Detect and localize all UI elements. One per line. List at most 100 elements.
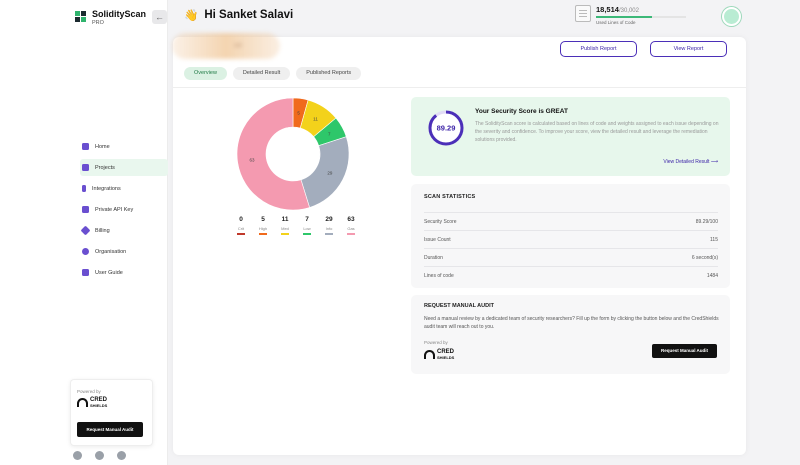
billing-icon xyxy=(80,225,91,236)
severity-count: 0 xyxy=(239,216,243,223)
loc-total: /30,002 xyxy=(618,8,639,14)
sidebar-item-private-api-key[interactable]: Private API Key xyxy=(80,201,168,218)
scan-statistics-card: SCAN STATISTICS Security Score 89.29/100 … xyxy=(411,184,730,288)
score-value: 89.29 xyxy=(437,124,456,133)
twitter-icon[interactable] xyxy=(117,451,126,460)
request-manual-audit-card: REQUEST MANUAL AUDIT Need a manual revie… xyxy=(411,295,730,374)
sidebar-nav: Home Projects Integrations Private API K… xyxy=(80,138,168,285)
view-report-button[interactable]: View Report xyxy=(650,41,727,57)
severity-label: Info xyxy=(325,226,333,231)
scan-statistics-title: SCAN STATISTICS xyxy=(424,194,476,200)
telegram-icon[interactable] xyxy=(73,451,82,460)
sidebar-item-label: Integrations xyxy=(92,185,121,192)
severity-crit: 0 Crit xyxy=(230,216,252,235)
publish-report-button[interactable]: Publish Report xyxy=(560,41,637,57)
credshields-logo: CRED SHIELDS xyxy=(77,397,107,408)
severity-underline xyxy=(259,233,267,235)
arrow-left-icon: ← xyxy=(155,12,164,22)
stat-row: Lines of code 1484 xyxy=(424,266,718,284)
avatar[interactable] xyxy=(722,7,741,26)
loc-progress-fill xyxy=(596,16,652,18)
integrations-icon xyxy=(82,185,86,192)
donut-slice-info[interactable] xyxy=(300,136,350,208)
app-plan: PRO xyxy=(92,20,104,26)
user-guide-icon xyxy=(82,269,89,276)
divider xyxy=(173,87,746,88)
severity-count: 29 xyxy=(325,216,333,223)
donut-slice-label: 29 xyxy=(327,171,333,176)
severity-high: 5 High xyxy=(252,216,274,235)
project-name-blurred: sol xyxy=(172,33,280,59)
credshields-brand-sub: SHIELDS xyxy=(90,403,108,408)
severity-label: Gas xyxy=(347,226,355,231)
credshields-promo-card: Powered by CRED SHIELDS Request Manual Au… xyxy=(70,379,153,446)
sidebar-item-label: User Guide xyxy=(95,269,123,276)
sidebar-item-billing[interactable]: Billing xyxy=(80,222,168,239)
severity-underline xyxy=(303,233,311,235)
stat-label: Issue Count xyxy=(424,236,451,243)
tabs: Overview Detailed Result Published Repor… xyxy=(184,67,362,80)
credshields-logo-icon xyxy=(77,398,88,407)
loc-count: 18,514/30,002 xyxy=(596,5,686,14)
severity-underline xyxy=(237,233,245,235)
loc-used: 18,514 xyxy=(596,5,619,14)
tab-detailed-result[interactable]: Detailed Result xyxy=(232,67,291,80)
discord-icon[interactable] xyxy=(95,451,104,460)
score-gauge: 89.29 xyxy=(428,110,464,146)
stat-row: Issue Count 115 xyxy=(424,230,718,248)
view-detailed-result-link[interactable]: View Detailed Result ⟶ xyxy=(663,159,718,165)
stat-value: 6 second(s) xyxy=(691,254,718,261)
sidebar-item-label: Billing xyxy=(95,227,110,234)
score-title: Your Security Score is GREAT xyxy=(475,108,568,115)
donut-slice-label: 11 xyxy=(313,117,318,122)
powered-by-label: Powered by xyxy=(77,389,101,394)
stat-row: Duration 6 second(s) xyxy=(424,248,718,266)
sidebar-item-user-guide[interactable]: User Guide xyxy=(80,264,168,281)
greeting-text: Hi Sanket Salavi xyxy=(204,9,294,21)
severity-low: 7 Low xyxy=(296,216,318,235)
severity-label: Med xyxy=(281,226,289,231)
solidityscan-logo-icon xyxy=(75,11,87,23)
collapse-sidebar-button[interactable]: ← xyxy=(152,10,167,24)
loc-label: Used Lines of Code xyxy=(596,20,636,25)
project-name: sol xyxy=(234,43,242,49)
sidebar-item-projects[interactable]: Projects xyxy=(80,159,168,176)
severity-underline xyxy=(347,233,355,235)
sidebar-item-label: Private API Key xyxy=(95,206,134,213)
sidebar-item-label: Home xyxy=(95,143,110,150)
credshields-logo-icon xyxy=(424,350,435,359)
sidebar-item-integrations[interactable]: Integrations xyxy=(80,180,168,197)
severity-count: 5 xyxy=(261,216,265,223)
sidebar-item-label: Projects xyxy=(95,164,115,171)
severity-underline xyxy=(325,233,333,235)
app-logo[interactable]: SolidityScan PRO xyxy=(75,9,146,27)
credshields-logo: CRED SHIELDS xyxy=(424,349,454,360)
organisation-icon xyxy=(82,248,89,255)
sidebar-item-organisation[interactable]: Organisation xyxy=(80,243,168,260)
request-manual-audit-button[interactable]: Request Manual Audit xyxy=(652,344,717,358)
stat-row: Security Score 89.29/100 xyxy=(424,212,718,230)
audit-description: Need a manual review by a dedicated team… xyxy=(424,316,719,330)
tab-overview[interactable]: Overview xyxy=(184,67,227,80)
tab-published-reports[interactable]: Published Reports xyxy=(296,67,362,80)
sidebar: SolidityScan PRO ← Home Projects Integra… xyxy=(0,0,168,465)
severity-med: 11 Med xyxy=(274,216,296,235)
severity-label: Crit xyxy=(237,226,245,231)
severity-gas: 63 Gas xyxy=(340,216,362,235)
loc-progress-bar xyxy=(596,16,686,18)
stat-value: 115 xyxy=(710,236,718,243)
severity-label: High xyxy=(258,226,268,231)
greeting: 👋 Hi Sanket Salavi xyxy=(184,8,293,22)
severity-info: 29 Info xyxy=(318,216,340,235)
credshields-brand-sub: SHIELDS xyxy=(437,355,455,360)
severity-count: 63 xyxy=(347,216,355,223)
stat-value: 1484 xyxy=(706,272,718,279)
api-key-icon xyxy=(82,206,89,213)
severity-label: Low xyxy=(303,226,311,231)
projects-icon xyxy=(82,164,89,171)
severity-count: 11 xyxy=(281,216,289,223)
sidebar-item-home[interactable]: Home xyxy=(80,138,168,155)
request-manual-audit-button[interactable]: Request Manual Audit xyxy=(77,422,143,437)
home-icon xyxy=(82,143,89,150)
severity-underline xyxy=(281,233,289,235)
